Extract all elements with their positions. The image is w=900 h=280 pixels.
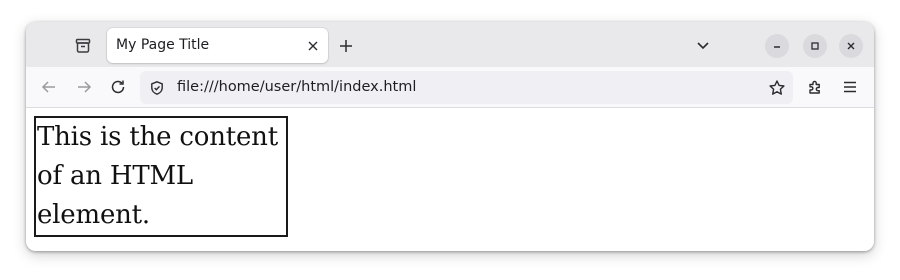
- tab-strip: My Page Title: [26, 22, 874, 67]
- page-content: This is the content of an HTML element.: [26, 108, 874, 251]
- url-bar[interactable]: file:///home/user/html/index.html: [140, 71, 793, 104]
- url-text[interactable]: file:///home/user/html/index.html: [177, 71, 416, 104]
- tab-title: My Page Title: [116, 37, 210, 53]
- maximize-icon[interactable]: [803, 34, 827, 58]
- firefox-view-icon[interactable]: [73, 36, 93, 56]
- puzzle-icon[interactable]: [806, 77, 826, 97]
- shield-icon[interactable]: [148, 79, 165, 96]
- browser-window: My Page Title file:///home/user/html/ind…: [26, 22, 874, 251]
- chevron-down-icon[interactable]: [693, 35, 713, 55]
- navigation-toolbar: file:///home/user/html/index.html: [26, 67, 874, 108]
- plus-icon[interactable]: [336, 36, 356, 56]
- reload-icon[interactable]: [108, 77, 128, 97]
- arrow-left-icon[interactable]: [39, 77, 59, 97]
- star-icon[interactable]: [767, 78, 786, 97]
- close-window-icon[interactable]: [839, 34, 863, 58]
- arrow-right-icon[interactable]: [74, 77, 94, 97]
- hamburger-menu-icon[interactable]: [840, 77, 860, 97]
- tab-active[interactable]: My Page Title: [107, 28, 328, 63]
- html-element-box: This is the content of an HTML element.: [34, 116, 288, 237]
- close-icon[interactable]: [304, 37, 321, 54]
- minimize-icon[interactable]: [765, 34, 789, 58]
